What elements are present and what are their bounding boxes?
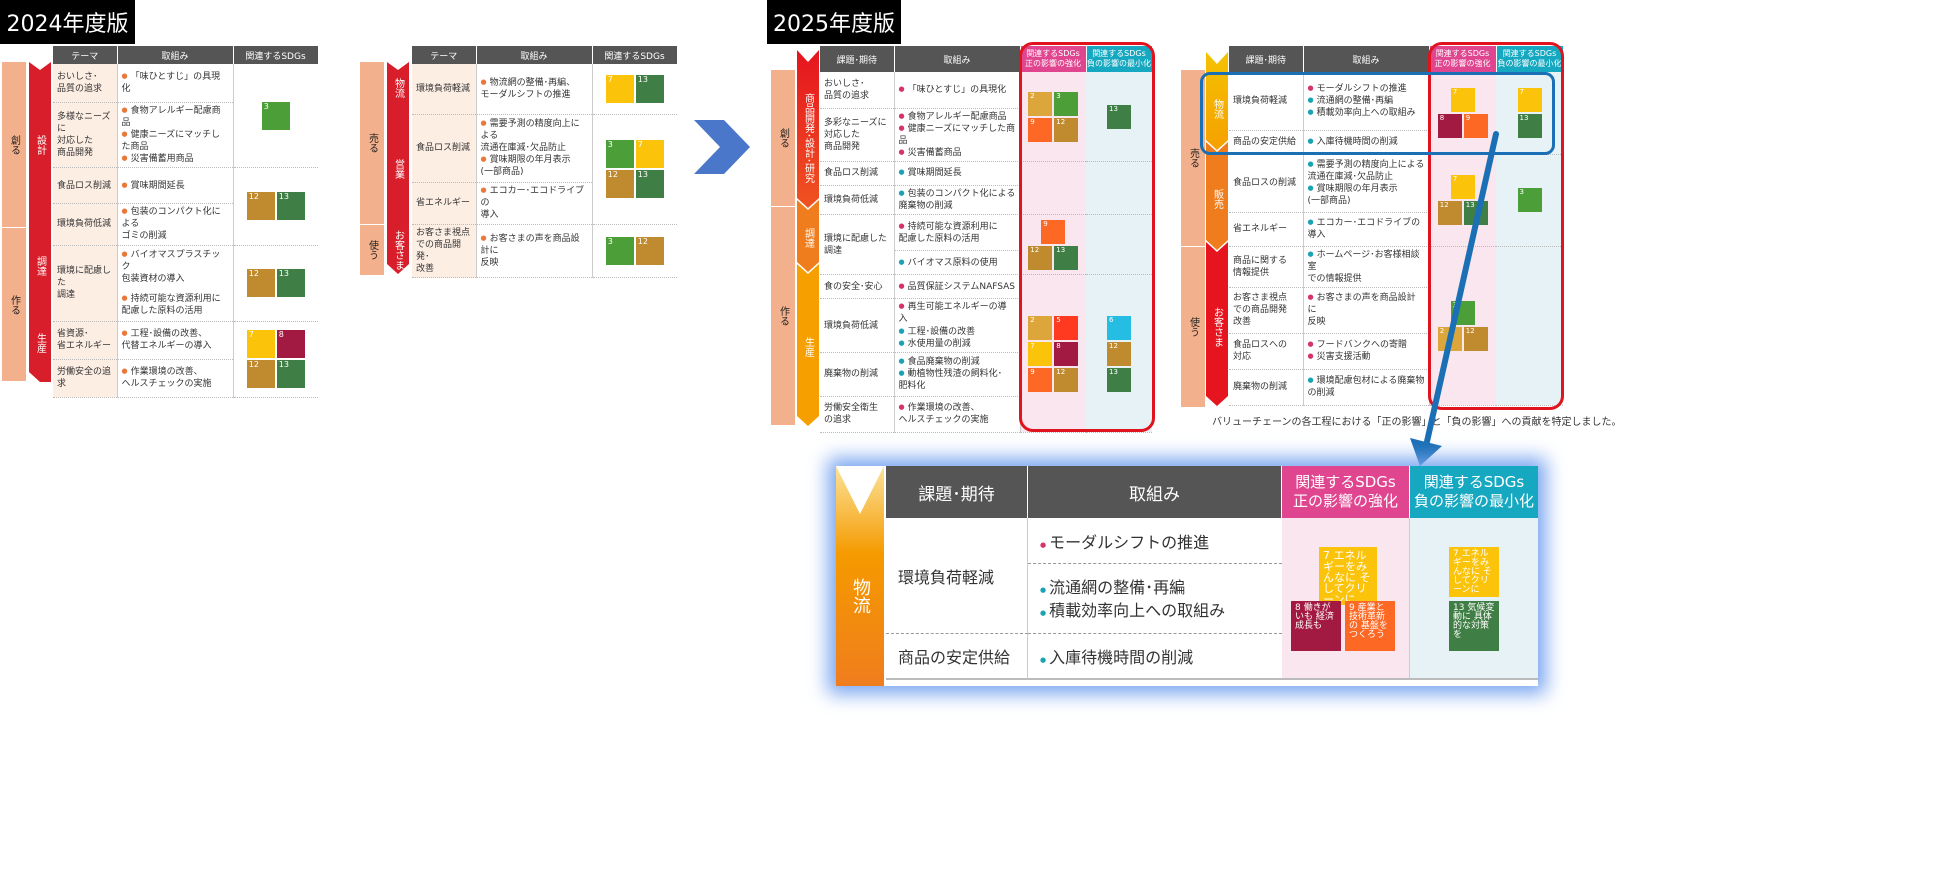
sdg-13-icon: 13: [276, 269, 305, 298]
stage-procure-label: 調達: [34, 256, 46, 276]
version-2024-label: 2024年度版: [0, 0, 135, 44]
sdg-13-icon: 13: [276, 192, 305, 221]
table-row: 食品ロス削減賞味期間延長1213: [53, 167, 318, 246]
zoom-issue-supply: 商品の安定供給: [886, 634, 1028, 680]
sdg-7-icon: 7: [246, 330, 275, 359]
sdg-8-icon: 8: [276, 330, 305, 359]
zoom-header-action: 取組み: [1028, 466, 1282, 518]
zoom-panel: 物流 課題･期待 取組み 関連するSDGs 正の影響の強化 関連するSDGs 負…: [836, 466, 1538, 686]
zoom-header-issue: 課題･期待: [886, 466, 1028, 518]
header-issue: 課題･期待: [820, 46, 895, 72]
sdg-13-icon: 13: [635, 170, 664, 198]
stage-make-label: 作る: [8, 294, 20, 315]
stage-produce-label: 生産: [802, 337, 814, 357]
table-row: おいしさ･ 品質の追求「味ひとすじ」の具現化3: [53, 64, 318, 169]
zoom-negative-cell: 7 エネルギーをみんなに そしてクリーンに 13 気候変動に 具体的な対策を: [1410, 518, 1538, 680]
sdg-8-icon: 8 働きがいも 経済成長も: [1291, 601, 1341, 651]
stage-produce-label: 生産: [34, 333, 46, 353]
sdg-12-icon: 12: [635, 236, 664, 265]
table-row: お客さま視点 での商品開発･ 改善お客さまの声を商品設計に 反映312: [412, 224, 677, 279]
stage-sales-label: 営業: [392, 159, 404, 179]
header-action: 取組み: [117, 46, 234, 64]
header-sdgs: 関連するSDGs: [233, 46, 319, 64]
stage-rnd-label: 商品開発･設計･研究: [802, 93, 814, 183]
sdg-3-icon: 3: [605, 236, 634, 265]
stage-sales-label: 販売: [1211, 189, 1223, 209]
table-row: 省資源･ 省エネルギー工程･設備の改善、 代替エネルギーの導入781213: [53, 321, 318, 398]
zoom-action-modal: モーダルシフトの推進: [1028, 518, 1282, 564]
zoom-header-positive: 関連するSDGs 正の影響の強化: [1282, 466, 1410, 518]
highlight-frame: [1019, 42, 1155, 432]
header-theme: テーマ: [53, 46, 118, 64]
table-row: 食品ロス削減需要予測の精度向上による 流通在庫減･欠品防止賞味期限の年月表示 (…: [412, 114, 677, 225]
zoom-action-wait: 入庫待機時間の削減: [1028, 634, 1282, 680]
stage-create-label: 創る: [777, 128, 789, 148]
transition-chevron-icon: [694, 120, 750, 174]
stage-use-label: 使う: [366, 240, 378, 260]
stage-cust-label: お客さま: [392, 230, 404, 270]
sdg-12-icon: 12: [246, 269, 275, 298]
zoom-issue-env: 環境負荷軽減: [886, 518, 1028, 634]
sdg-12-icon: 12: [605, 170, 634, 198]
sdg-12-icon: 12: [246, 192, 275, 221]
zoom-stage-label: 物流: [850, 578, 871, 614]
zoom-action-network: 流通網の整備･再編積載効率向上への取組み: [1028, 564, 1282, 634]
sdg-13-icon: 13 気候変動に 具体的な対策を: [1449, 601, 1499, 651]
table-row: 環境に配慮した 調達バイオマスプラスチック 包装資材の導入持続可能な資源利用に …: [53, 245, 318, 322]
stage-make-label: 作る: [777, 306, 789, 326]
sdg-7-icon: 7: [635, 140, 664, 168]
sdg-7-icon: 7 エネルギーをみんなに そしてクリーンに: [1449, 547, 1499, 597]
stage-logi-label: 物流: [392, 78, 404, 98]
sdg-7-icon: 7 エネルギーをみんなに そしてクリーンに: [1319, 547, 1377, 605]
stage-cust-label: お客さま: [1211, 307, 1223, 347]
zoom-pointer-arrow-icon: [1410, 131, 1499, 466]
stage-procure-label: 調達: [802, 228, 814, 248]
sdg-3-icon: 3: [605, 140, 634, 168]
stage-sell-label: 売る: [366, 133, 378, 153]
table-2024-left: テーマ取組み関連するSDGs おいしさ･ 品質の追求「味ひとすじ」の具現化3 多…: [53, 46, 319, 398]
sdg-9-icon: 9 産業と技術革新の 基盤をつくろう: [1345, 601, 1395, 651]
zoom-header-negative: 関連するSDGs 負の影響の最小化: [1410, 466, 1538, 518]
sdg-7-icon: 7: [605, 74, 634, 103]
zoom-positive-cell: 7 エネルギーをみんなに そしてクリーンに 8 働きがいも 経済成長も 9 産業…: [1282, 518, 1410, 680]
stage-create-label: 創る: [8, 134, 20, 155]
table-row: 環境負荷軽減物流網の整備･再編、 モーダルシフトの推進713: [412, 64, 677, 115]
stage-design-label: 設計: [34, 134, 46, 155]
table-2024-right: テーマ取組み関連するSDGs 環境負荷軽減物流網の整備･再編、 モーダルシフトの…: [412, 46, 678, 279]
stage-use-label: 使う: [1187, 317, 1199, 337]
sdg-12-icon: 12: [246, 360, 275, 389]
sdg-13-icon: 13: [276, 360, 305, 389]
sdg-13-icon: 13: [635, 74, 664, 103]
sdg-3-icon: 3: [261, 101, 290, 130]
zoom-header-row: 課題･期待 取組み 関連するSDGs 正の影響の強化 関連するSDGs 負の影響…: [886, 466, 1538, 518]
version-2025-label: 2025年度版: [767, 0, 901, 44]
